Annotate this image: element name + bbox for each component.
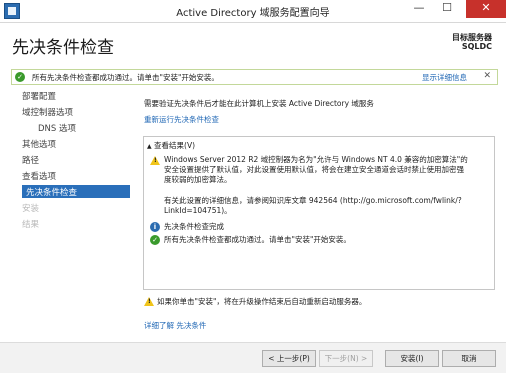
results-header-label: 查看结果(V) bbox=[154, 141, 195, 150]
show-details-link[interactable]: 显示详细信息 bbox=[422, 72, 467, 83]
previous-button[interactable]: < 上一步(P) bbox=[262, 350, 316, 367]
warning-line-2: 安全设置提供了默认值，对此设置使用默认值，将会在建立安全通道会话时禁止使用加密强 bbox=[164, 165, 464, 174]
banner-close-icon[interactable]: ✕ bbox=[483, 71, 491, 81]
kb-line-2: LinkId=104751)。 bbox=[164, 206, 232, 215]
nav-item-review-options[interactable]: 查看选项 bbox=[22, 170, 56, 182]
status-banner: ✓ 所有先决条件检查都成功通过。请单击"安装"开始安装。 显示详细信息 ✕ bbox=[11, 69, 498, 85]
nav-item-dc-options[interactable]: 域控制器选项 bbox=[22, 106, 73, 118]
target-server-value: SQLDC bbox=[461, 42, 492, 51]
next-button: 下一步(N) > bbox=[319, 350, 373, 367]
success-check-icon: ✓ bbox=[150, 235, 160, 245]
restart-warning-text: 如果你单击"安装"，将在升级操作结束后自动重新启动服务器。 bbox=[157, 297, 367, 306]
nav-item-installation: 安装 bbox=[22, 204, 40, 214]
restart-warning-icon bbox=[144, 297, 154, 306]
install-button[interactable]: 安装(I) bbox=[385, 350, 439, 367]
cancel-button[interactable]: 取消 bbox=[442, 350, 496, 367]
nav-item-paths[interactable]: 路径 bbox=[22, 154, 39, 166]
nav-item-results: 结果 bbox=[22, 220, 40, 230]
nav-item-prerequisites[interactable]: 先决条件检查 bbox=[26, 186, 77, 198]
title-bar: Active Directory 域服务配置向导 — ☐ ✕ bbox=[0, 0, 506, 23]
nav-item-dns-options[interactable]: DNS 选项 bbox=[38, 122, 76, 134]
close-button[interactable]: ✕ bbox=[466, 0, 506, 18]
collapse-chevron-icon[interactable]: ▲ bbox=[147, 143, 152, 150]
maximize-button[interactable]: ☐ bbox=[434, 0, 460, 18]
rerun-prerequisites-link[interactable]: 重新运行先决条件检查 bbox=[144, 114, 219, 125]
success-check-icon: ✓ bbox=[15, 72, 25, 82]
warning-line-3: 度较弱的加密算法。 bbox=[164, 175, 232, 184]
minimize-button[interactable]: — bbox=[406, 0, 432, 18]
success-line: 所有先决条件检查都成功通过。请单击"安装"开始安装。 bbox=[164, 235, 351, 244]
intro-text: 需要验证先决条件后才能在此计算机上安装 Active Directory 域服务 bbox=[144, 99, 374, 108]
warning-icon bbox=[150, 156, 160, 165]
nav-item-additional-options[interactable]: 其他选项 bbox=[22, 138, 56, 150]
page-title: 先决条件检查 bbox=[12, 38, 114, 58]
banner-message: 所有先决条件检查都成功通过。请单击"安装"开始安装。 bbox=[32, 73, 219, 82]
warning-line-1: Windows Server 2012 R2 域控制器为名为"允许与 Windo… bbox=[164, 155, 468, 164]
kb-line-1: 有关此设置的详细信息，请参阅知识库文章 942564 (http://go.mi… bbox=[164, 196, 462, 205]
info-line: 先决条件检查完成 bbox=[164, 222, 224, 231]
results-header[interactable]: ▲ 查看结果(V) bbox=[147, 140, 195, 151]
nav-item-deployment[interactable]: 部署配置 bbox=[22, 90, 56, 102]
learn-more-link[interactable]: 详细了解 先决条件 bbox=[144, 320, 206, 331]
info-icon: i bbox=[150, 222, 160, 232]
